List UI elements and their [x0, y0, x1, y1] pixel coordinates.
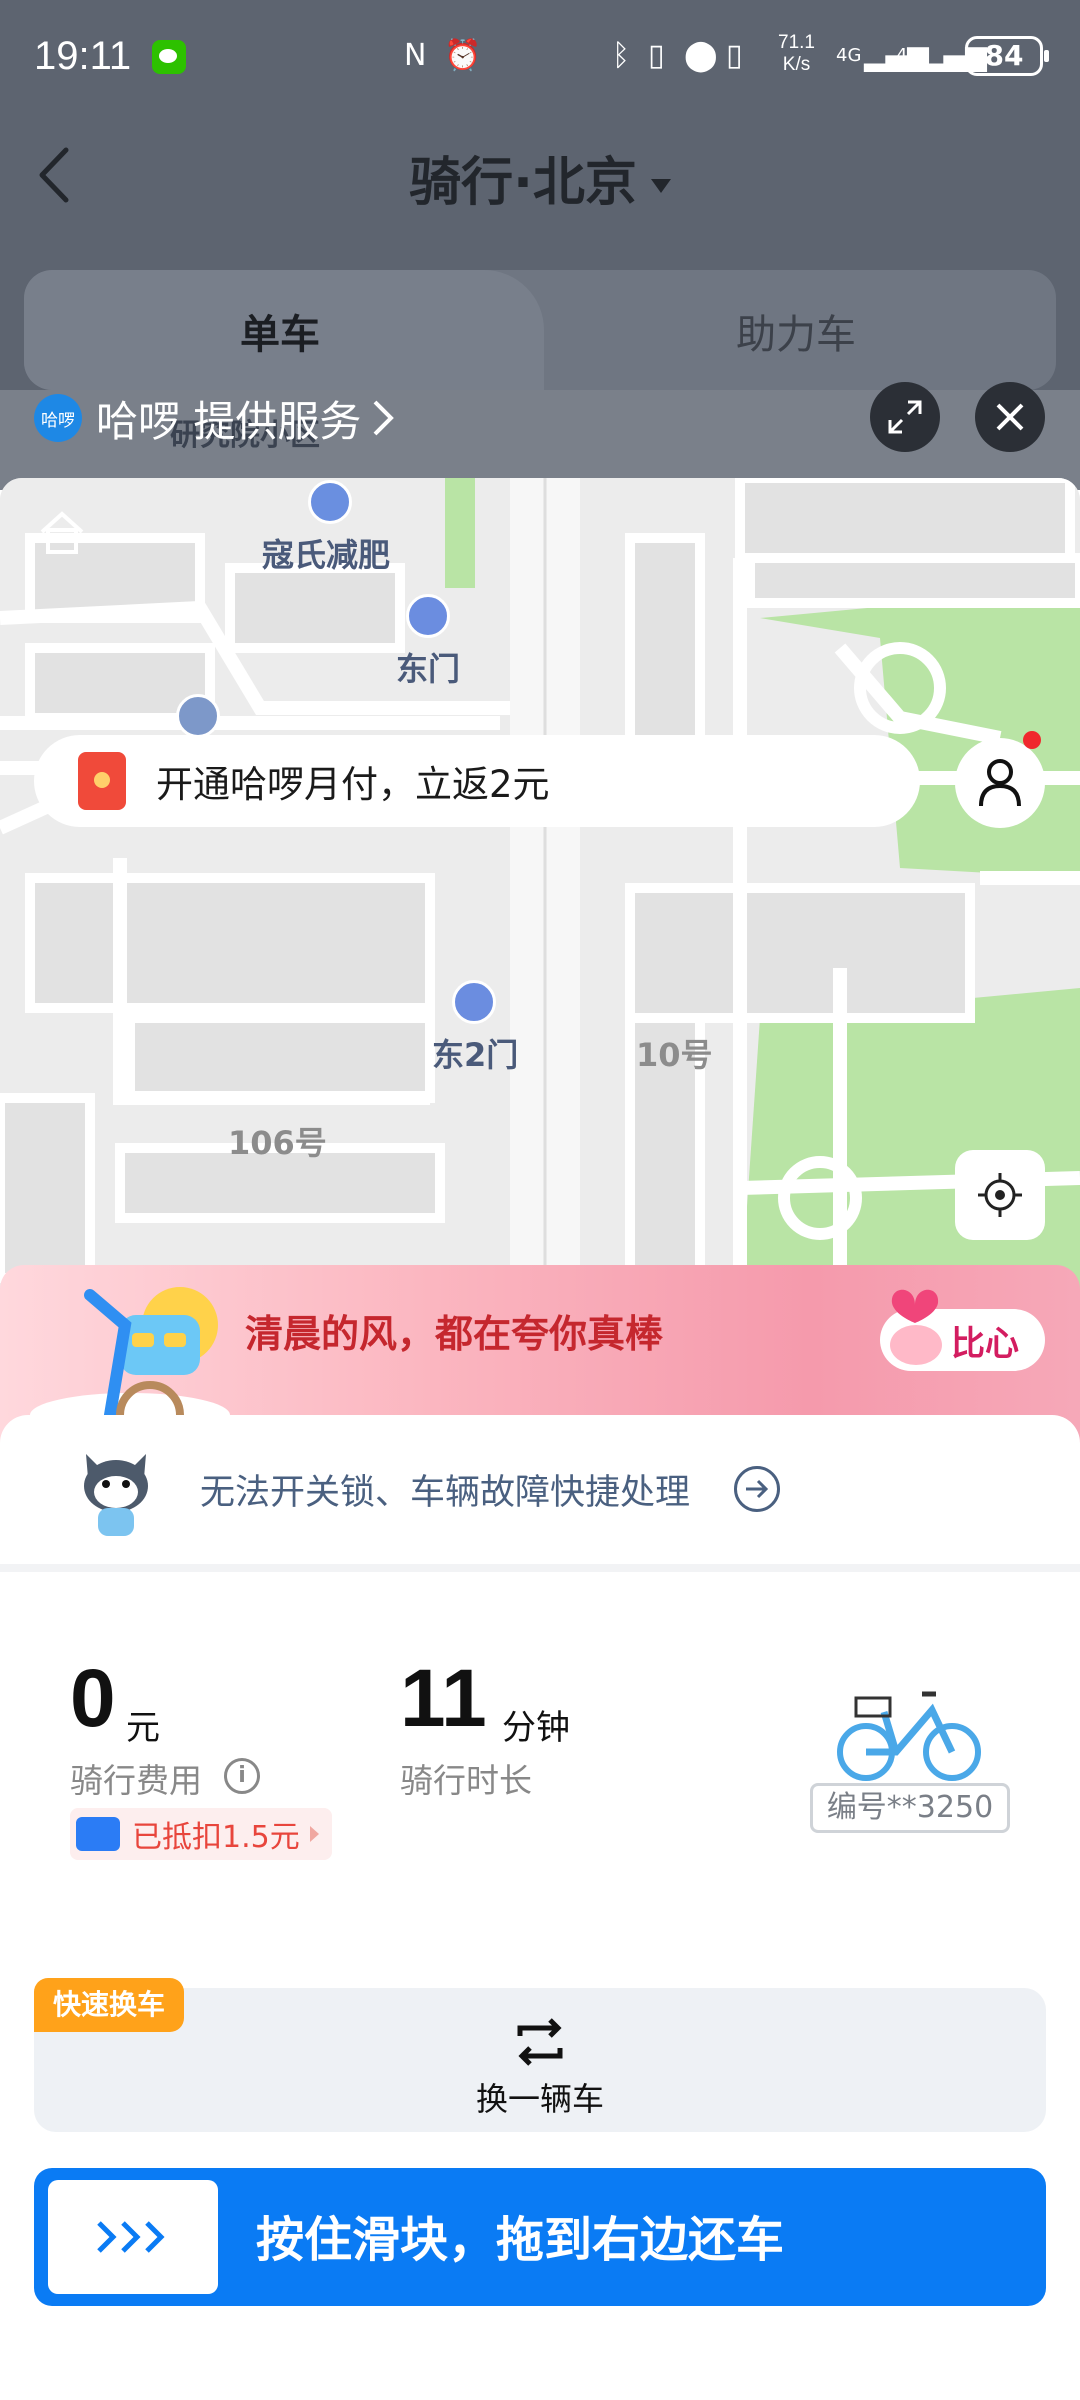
heart-button-label: 比心 — [951, 1323, 1019, 1364]
deduct-text: 已抵扣1.5元 — [132, 1820, 300, 1855]
mode-tabs: 单车 助力车 — [24, 270, 1056, 390]
poi-pin-east-gate — [406, 594, 450, 638]
bluetooth-icon: ᛒ — [612, 38, 630, 73]
poi-pin-east-gate-2 — [452, 980, 496, 1024]
swap-bike-label[interactable]: 换一辆车 — [0, 2074, 1080, 2120]
quick-swap-tag: 快速换车 — [34, 1978, 184, 2032]
location-icon: ⬤ — [684, 38, 718, 73]
ride-duration-value: 11 — [400, 1653, 487, 1744]
wechat-notification-icon — [152, 40, 186, 74]
info-icon[interactable]: i — [224, 1758, 260, 1794]
section-divider — [0, 1564, 1080, 1572]
promo-banner[interactable]: 开通哈啰月付，立返2元 — [34, 735, 920, 827]
chevron-right-icon — [373, 400, 395, 436]
poi-no-106: 106号 — [228, 1124, 327, 1162]
poi-slimming: 寇氏减肥 — [262, 536, 391, 574]
network-speed: 71.1 K/s — [778, 32, 815, 76]
user-icon — [979, 759, 1021, 807]
ride-fee-value: 0 — [70, 1653, 116, 1744]
poi-pin-slimming — [308, 480, 352, 524]
notification-dot — [1023, 731, 1041, 749]
provider-link[interactable]: 哈啰 哈啰 提供服务 — [34, 390, 395, 446]
return-slider-label: 按住滑块，拖到右边还车 — [256, 2212, 785, 2268]
nfc-icon: N — [404, 38, 427, 73]
map-view[interactable]: 寇氏减肥 东门 东2门 10号 106号 — [0, 478, 1080, 1308]
hellobike-logo: 哈啰 — [34, 394, 82, 442]
close-icon — [996, 403, 1024, 431]
map-roads — [0, 478, 1080, 1308]
alarm-icon: ⏰ — [444, 38, 482, 73]
bike-image — [837, 1691, 981, 1781]
locate-button[interactable] — [955, 1150, 1045, 1240]
arrow-right-circle-icon[interactable] — [734, 1466, 780, 1512]
ride-fee-label: 骑行费用 — [70, 1761, 202, 1800]
vibrate-icon: ▯ — [726, 38, 743, 73]
status-bar: 19:11 N ⏰ ᛒ ▯ ⬤ ▯ 71.1 K/s 4G ▂▄▆ 4G ▂▄▆… — [0, 0, 1080, 115]
net-speed-value: 71.1 — [778, 32, 815, 53]
provider-label: 哈啰 提供服务 — [96, 396, 362, 446]
net-speed-unit: K/s — [782, 54, 811, 75]
expand-icon — [888, 400, 922, 434]
status-time: 19:11 — [34, 34, 132, 78]
poi-no-10: 10号 — [636, 1036, 713, 1074]
fault-help-text[interactable]: 无法开关锁、车辆故障快捷处理 — [200, 1464, 690, 1515]
caret-right-icon — [309, 1826, 319, 1842]
ride-fee-unit: 元 — [126, 1708, 160, 1748]
promo-text: 开通哈啰月付，立返2元 — [156, 763, 550, 806]
signal-label-2: 4G — [896, 45, 922, 66]
triple-chevron-icon — [97, 2221, 165, 2253]
banner-text: 清晨的风，都在夸你真棒 — [245, 1312, 664, 1356]
profile-button[interactable] — [955, 738, 1045, 828]
ride-duration-unit: 分钟 — [502, 1708, 570, 1748]
city-selector[interactable]: 骑行·北京 — [0, 140, 1080, 215]
heart-hand-icon — [890, 1289, 942, 1365]
locate-icon — [978, 1173, 1022, 1217]
nav-bar: 骑行·北京 — [0, 130, 1080, 220]
caret-down-icon — [650, 179, 671, 193]
red-envelope-icon — [78, 752, 126, 810]
close-map-button[interactable] — [975, 382, 1045, 452]
swap-icon[interactable] — [508, 2010, 572, 2074]
deduct-tag[interactable]: 已抵扣1.5元 — [70, 1808, 332, 1860]
page-title: 骑行·北京 — [409, 153, 637, 213]
poi-east-gate-2: 东2门 — [432, 1036, 519, 1074]
battery-indicator: 84 — [965, 36, 1049, 76]
tab-ebike[interactable]: 助力车 — [736, 302, 856, 360]
home-outline-icon — [40, 511, 84, 554]
ride-duration-label: 骑行时长 — [400, 1761, 532, 1800]
poi-pin-building — [176, 694, 220, 738]
bike-badge-icon — [76, 1817, 120, 1851]
signal-label-1: 4G — [836, 45, 862, 66]
arrow-right-icon — [746, 1479, 769, 1499]
bike-mascot-icon — [30, 1287, 230, 1435]
battery-saver-icon: ▯ — [648, 38, 665, 73]
bike-number: 编号**3250 — [810, 1783, 1010, 1833]
poi-east-gate: 东门 — [396, 650, 461, 688]
tab-bike[interactable]: 单车 — [240, 302, 320, 360]
return-slider-knob[interactable] — [48, 2180, 218, 2294]
expand-map-button[interactable] — [870, 382, 940, 452]
